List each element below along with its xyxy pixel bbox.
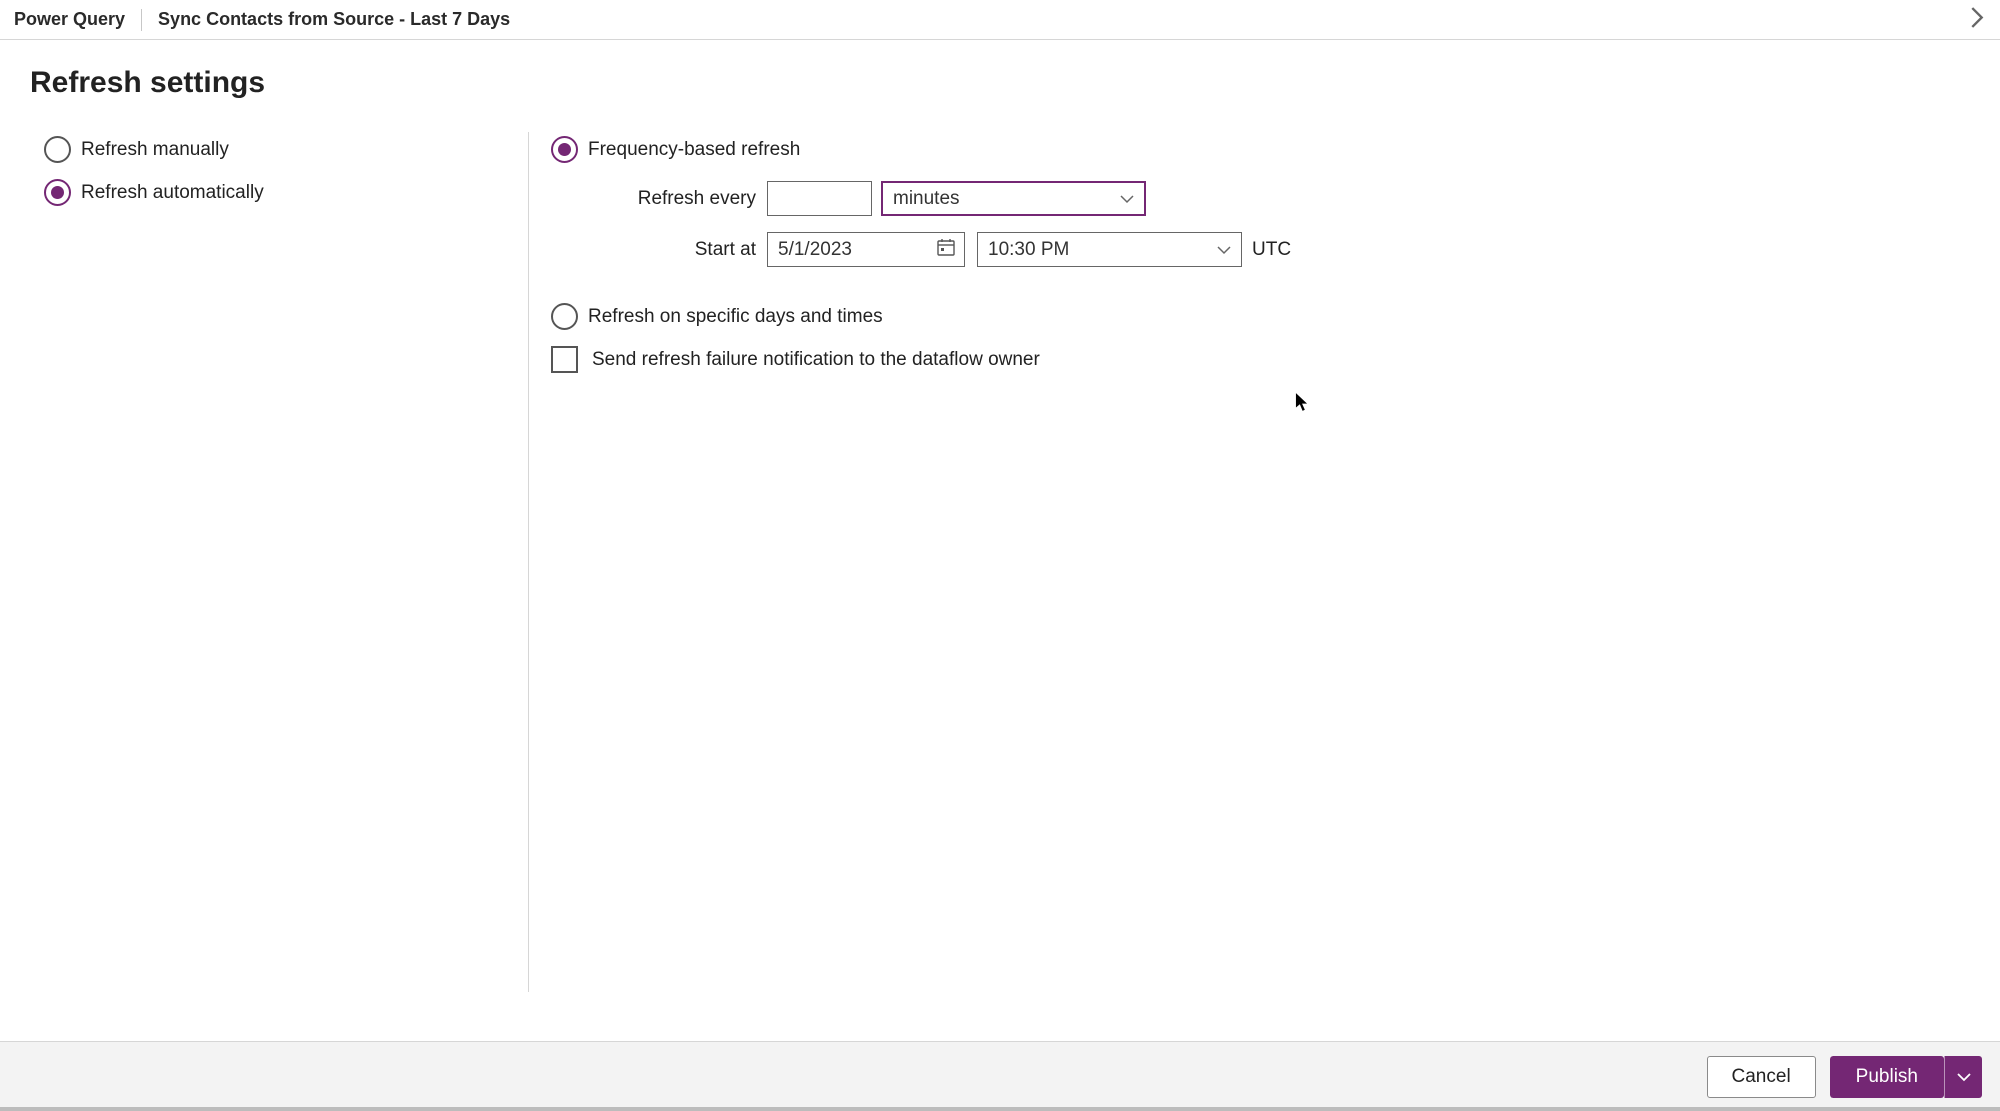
- flow-title: Sync Contacts from Source - Last 7 Days: [158, 9, 510, 30]
- refresh-unit-select[interactable]: minutes: [881, 181, 1146, 216]
- start-at-row: Start at 5/1/2023 10:30 PM: [601, 232, 1291, 267]
- refresh-unit-value: minutes: [893, 188, 960, 210]
- start-time-value: 10:30 PM: [988, 239, 1069, 261]
- radio-icon-selected: [44, 179, 71, 206]
- start-at-label: Start at: [601, 239, 756, 261]
- checkbox-label: Send refresh failure notification to the…: [592, 349, 1040, 371]
- start-time-select[interactable]: 10:30 PM: [977, 232, 1242, 267]
- refresh-every-label: Refresh every: [601, 188, 756, 210]
- radio-specific-days[interactable]: Refresh on specific days and times: [551, 303, 1291, 330]
- app-name: Power Query: [14, 9, 125, 30]
- start-date-value: 5/1/2023: [778, 239, 852, 261]
- chevron-down-icon: [1217, 239, 1231, 261]
- cancel-button-label: Cancel: [1732, 1066, 1791, 1088]
- publish-split-button: Publish: [1830, 1056, 1982, 1098]
- radio-refresh-manually[interactable]: Refresh manually: [44, 136, 528, 163]
- timezone-label: UTC: [1252, 239, 1291, 261]
- chevron-down-icon: [1120, 188, 1134, 210]
- radio-label: Refresh automatically: [81, 182, 264, 204]
- start-date-input[interactable]: 5/1/2023: [767, 232, 965, 267]
- radio-icon-selected: [551, 136, 578, 163]
- publish-button[interactable]: Publish: [1830, 1056, 1944, 1098]
- radio-frequency-based[interactable]: Frequency-based refresh: [551, 136, 1291, 163]
- title-bar: Power Query Sync Contacts from Source - …: [0, 0, 2000, 40]
- schedule-panel: Frequency-based refresh Refresh every mi…: [528, 132, 1291, 992]
- radio-icon: [551, 303, 578, 330]
- refresh-every-row: Refresh every minutes: [601, 181, 1291, 216]
- chevron-right-icon[interactable]: [1970, 6, 1984, 33]
- refresh-mode-panel: Refresh manually Refresh automatically: [0, 132, 528, 992]
- radio-label: Refresh on specific days and times: [588, 306, 883, 328]
- calendar-icon: [936, 237, 956, 263]
- radio-label: Refresh manually: [81, 139, 229, 161]
- checkbox-icon: [551, 346, 578, 373]
- footer-bar: Cancel Publish: [0, 1041, 2000, 1111]
- page-title: Refresh settings: [0, 40, 2000, 100]
- title-divider: [141, 9, 142, 31]
- refresh-interval-input[interactable]: [767, 181, 872, 216]
- body-area: Refresh manually Refresh automatically F…: [0, 100, 2000, 992]
- radio-icon: [44, 136, 71, 163]
- radio-refresh-automatically[interactable]: Refresh automatically: [44, 179, 528, 206]
- cancel-button[interactable]: Cancel: [1707, 1056, 1816, 1098]
- checkbox-send-failure-notification[interactable]: Send refresh failure notification to the…: [551, 346, 1291, 373]
- publish-button-label: Publish: [1856, 1066, 1918, 1088]
- radio-label: Frequency-based refresh: [588, 139, 800, 161]
- publish-dropdown-button[interactable]: [1944, 1056, 1982, 1098]
